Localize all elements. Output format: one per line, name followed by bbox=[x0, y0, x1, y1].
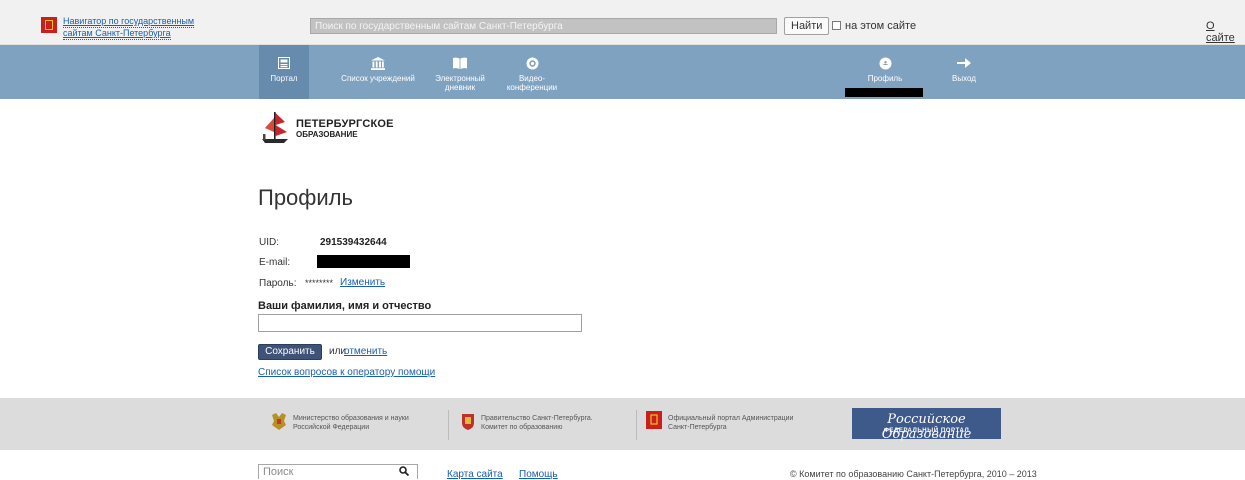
nav-profile-label: Профиль bbox=[867, 74, 903, 83]
spb-education-logo-icon bbox=[262, 110, 288, 144]
book-icon bbox=[424, 57, 496, 71]
partner-divider bbox=[448, 410, 449, 440]
partner-government-line1: Правительство Санкт-Петербурга. bbox=[481, 415, 593, 422]
spb-flag-icon bbox=[646, 411, 664, 431]
help-link[interactable]: Помощь bbox=[519, 469, 558, 480]
search-icon[interactable] bbox=[399, 466, 410, 479]
gov-navigator-link[interactable]: Навигатор по государственным сайтам Санк… bbox=[63, 16, 195, 40]
partner-ministry-link[interactable]: Министерство образования и науки Российс… bbox=[293, 414, 409, 432]
main-nav: Портал Список учреждений Электронный дне… bbox=[0, 45, 1245, 99]
gov-navigator-line1: Навигатор по государственным bbox=[63, 16, 195, 28]
institution-icon bbox=[336, 57, 420, 71]
nav-video-label-1: Видео- bbox=[518, 74, 546, 83]
russia-emblem-icon bbox=[270, 411, 288, 431]
partner-ministry-line1: Министерство образования и науки bbox=[293, 415, 409, 422]
partner-government-line2: Комитет по образованию bbox=[481, 424, 563, 431]
uid-label: UID: bbox=[259, 237, 279, 248]
banner-title: Российское Образование bbox=[881, 412, 972, 442]
password-value: ******** bbox=[305, 278, 334, 288]
nav-diary[interactable]: Электронный дневник bbox=[424, 45, 496, 99]
gov-bar: Навигатор по государственным сайтам Санк… bbox=[0, 0, 1245, 45]
change-password-link[interactable]: Изменить bbox=[340, 277, 385, 288]
copyright-text: © Комитет по образованию Санкт-Петербург… bbox=[790, 469, 1037, 479]
nav-portal-label: Портал bbox=[270, 74, 298, 83]
banner-subtitle: ФЕДЕРАЛЬНЫЙ ПОРТАЛ bbox=[883, 428, 970, 434]
cancel-link[interactable]: отменить bbox=[344, 346, 387, 357]
spb-emblem-icon bbox=[459, 411, 477, 431]
partner-divider bbox=[636, 410, 637, 440]
password-label: Пароль: bbox=[259, 278, 297, 289]
russian-education-banner[interactable]: Российское Образование ФЕДЕРАЛЬНЫЙ ПОРТА… bbox=[852, 408, 1001, 442]
logo-line2: ОБРАЗОВАНИЕ bbox=[296, 130, 358, 139]
nav-video[interactable]: Видео- конференции bbox=[496, 45, 568, 99]
portal-icon bbox=[259, 57, 309, 71]
nav-institutions[interactable]: Список учреждений bbox=[336, 45, 420, 99]
nav-diary-label-1: Электронный bbox=[435, 74, 485, 83]
spb-emblem-icon bbox=[41, 17, 57, 33]
logo-line1: ПЕТЕРБУРГСКОЕ bbox=[296, 118, 394, 130]
find-button[interactable]: Найти bbox=[784, 17, 830, 35]
this-site-label: на этом сайте bbox=[845, 20, 917, 32]
help-questions-link[interactable]: Список вопросов к оператору помощи bbox=[258, 367, 435, 378]
this-site-checkbox[interactable] bbox=[832, 21, 841, 30]
logo-text: ПЕТЕРБУРГСКОЕ ОБРАЗОВАНИЕ bbox=[296, 118, 394, 139]
partners-strip: Министерство образования и науки Российс… bbox=[0, 398, 1245, 450]
nav-logout-label: Выход bbox=[952, 74, 976, 83]
email-label: E-mail: bbox=[259, 257, 291, 268]
about-link[interactable]: О сайте bbox=[1206, 20, 1245, 44]
gov-navigator-line2: сайтам Санкт-Петербурга bbox=[63, 28, 171, 40]
redacted-email bbox=[317, 255, 410, 268]
save-button[interactable]: Сохранить bbox=[258, 344, 322, 360]
footer-search-input[interactable] bbox=[258, 464, 418, 479]
partner-ministry-line2: Российской Федерации bbox=[293, 424, 370, 431]
gov-search-input[interactable] bbox=[310, 18, 777, 34]
nav-portal[interactable]: Портал bbox=[259, 45, 309, 99]
arrow-right-icon bbox=[942, 57, 986, 71]
partner-admin-portal-link[interactable]: Официальный портал Администрации Санкт-П… bbox=[668, 414, 793, 432]
profile-icon bbox=[856, 57, 914, 71]
uid-value: 291539432644 bbox=[320, 237, 387, 248]
sitemap-link[interactable]: Карта сайта bbox=[447, 469, 503, 480]
page-title: Профиль bbox=[258, 185, 353, 210]
nav-video-label-2: конференции bbox=[506, 83, 558, 92]
partner-admin-line1: Официальный портал Администрации bbox=[668, 415, 794, 422]
partner-government-link[interactable]: Правительство Санкт-Петербурга. Комитет … bbox=[481, 414, 593, 432]
nav-logout[interactable]: Выход bbox=[942, 45, 986, 99]
partner-admin-line2: Санкт-Петербурга bbox=[668, 424, 727, 431]
nav-institutions-label: Список учреждений bbox=[341, 74, 415, 83]
fio-input[interactable] bbox=[258, 314, 582, 332]
nav-diary-label-2: дневник bbox=[444, 83, 476, 92]
fio-label: Ваши фамилия, имя и отчество bbox=[258, 300, 432, 312]
video-icon bbox=[496, 57, 568, 71]
redacted-username bbox=[845, 88, 923, 97]
